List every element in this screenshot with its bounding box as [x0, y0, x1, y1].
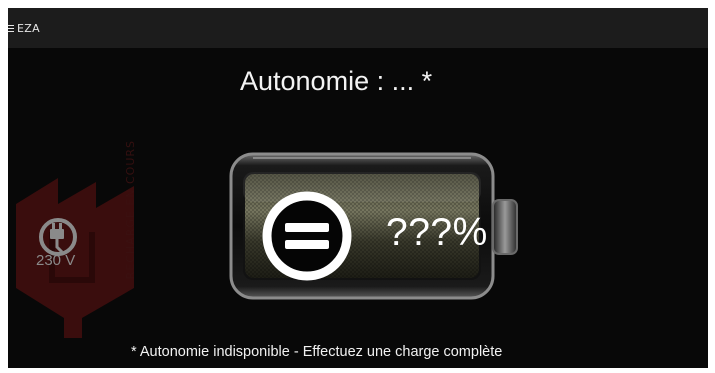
autonomy-title: Autonomie : ... * — [240, 66, 433, 96]
battery-percentage: ???% — [386, 211, 488, 254]
vertical-watermark-text: RECHARGE EN COURS — [124, 140, 137, 280]
autonomy-footnote: * Autonomie indisponible - Effectuez une… — [131, 344, 503, 360]
top-bar: EZA — [8, 8, 708, 48]
app-name: EZA — [17, 21, 40, 35]
power-plug-icon — [39, 218, 77, 256]
menu-button[interactable]: EZA — [8, 20, 40, 36]
plug-voltage-label: 230 V — [36, 252, 76, 269]
equals-status-icon — [262, 191, 352, 281]
app-screen: EZA Autonomie : ... * 230 V RECHARGE EN … — [8, 8, 708, 368]
hamburger-menu-icon — [8, 24, 14, 32]
